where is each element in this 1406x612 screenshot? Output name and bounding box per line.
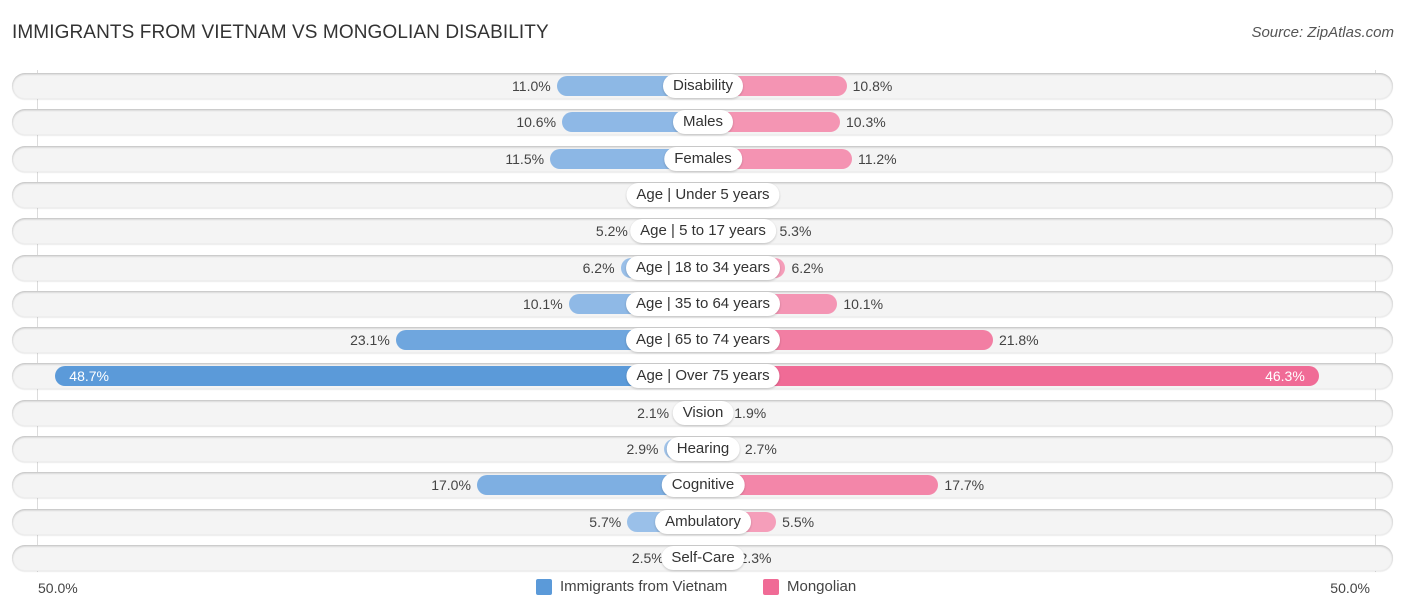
category-label: Age | 18 to 34 years	[626, 255, 780, 280]
legend-item-mongolian: Mongolian	[763, 578, 856, 595]
bar-mongolian[interactable]	[703, 366, 1319, 387]
category-label: Age | Over 75 years	[626, 364, 780, 389]
category-label: Cognitive	[661, 473, 745, 498]
value-label-vietnam: 23.1%	[350, 332, 390, 349]
value-label-mongolian: 6.2%	[791, 259, 824, 276]
legend-swatch-mongolian	[763, 578, 779, 595]
value-label-vietnam: 2.9%	[626, 441, 659, 457]
category-label: Disability	[662, 74, 744, 98]
legend-label-vietnam: Immigrants from Vietnam	[560, 578, 728, 595]
value-label-vietnam: 48.7%	[69, 368, 109, 385]
legend-swatch-vietnam	[536, 578, 552, 595]
value-label-vietnam: 5.2%	[595, 223, 628, 240]
category-label: Females	[664, 146, 742, 171]
value-label-vietnam: 2.5%	[631, 549, 664, 566]
value-label-mongolian: 2.3%	[739, 549, 772, 566]
category-label: Age | 5 to 17 years	[630, 219, 776, 244]
value-label-vietnam: 10.6%	[516, 114, 557, 131]
value-label-mongolian: 10.8%	[852, 78, 893, 94]
value-label-vietnam: 11.0%	[512, 78, 551, 94]
category-label: Ambulatory	[655, 509, 751, 534]
value-label-vietnam: 2.1%	[637, 404, 670, 421]
value-label-vietnam: 10.1%	[522, 295, 563, 312]
bar-vietnam[interactable]	[55, 366, 703, 387]
value-label-mongolian: 5.3%	[779, 223, 812, 240]
legend: Immigrants from Vietnam Mongolian	[0, 578, 1406, 600]
value-label-mongolian: 46.3%	[1265, 368, 1305, 385]
value-label-mongolian: 17.7%	[944, 477, 985, 494]
chart-area: 11.0% 10.8% Disability 10.6% 10.3% Males 11.5%…	[0, 0, 1406, 612]
value-label-mongolian: 10.3%	[845, 114, 886, 131]
value-label-mongolian: 10.1%	[843, 295, 884, 312]
legend-item-vietnam: Immigrants from Vietnam	[536, 578, 727, 595]
category-label: Age | Under 5 years	[626, 182, 780, 207]
value-label-vietnam: 11.5%	[505, 150, 545, 167]
value-label-vietnam: 6.2%	[582, 259, 615, 276]
value-label-mongolian: 11.2%	[857, 150, 897, 167]
category-label: Age | 65 to 74 years	[626, 328, 780, 353]
category-label: Self-Care	[661, 545, 745, 570]
value-label-mongolian: 1.9%	[734, 404, 767, 421]
value-label-vietnam: 17.0%	[431, 477, 471, 494]
category-label: Males	[672, 110, 734, 135]
value-label-mongolian: 2.7%	[744, 441, 777, 457]
value-label-mongolian: 21.8%	[998, 332, 1039, 349]
value-label-vietnam: 5.7%	[589, 513, 622, 530]
category-label: Age | 35 to 64 years	[626, 291, 780, 316]
legend-label-mongolian: Mongolian	[787, 578, 857, 595]
value-label-mongolian: 5.5%	[782, 513, 815, 530]
category-label: Hearing	[666, 437, 740, 461]
category-label: Vision	[672, 400, 734, 425]
